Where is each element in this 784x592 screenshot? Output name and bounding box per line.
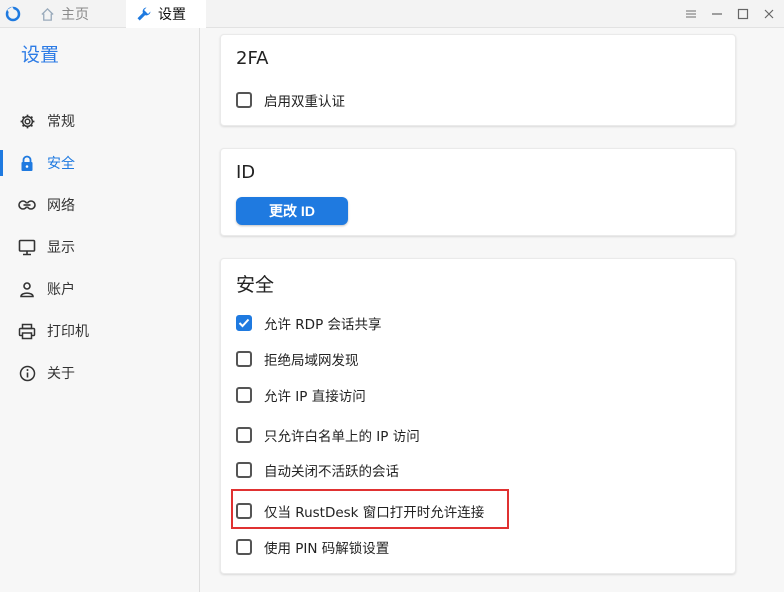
- sidebar-item-network[interactable]: 网络: [0, 187, 199, 223]
- wrench-icon: [137, 7, 151, 21]
- checkbox[interactable]: [236, 427, 252, 443]
- twofa-title: 2FA: [236, 48, 269, 69]
- option-label: 允许 IP 直接访问: [264, 389, 366, 405]
- sidebar-item-account[interactable]: 账户: [0, 271, 199, 307]
- twofa-card: 2FA 启用双重认证: [220, 34, 736, 126]
- checkbox[interactable]: [236, 351, 252, 367]
- user-icon: [18, 280, 36, 298]
- sidebar-item-general[interactable]: 常规: [0, 103, 199, 139]
- app-logo-icon: [5, 6, 21, 22]
- sidebar-item-label: 账户: [47, 282, 75, 298]
- lock-icon: [18, 154, 36, 172]
- sidebar-item-label: 常规: [47, 114, 75, 130]
- tab-settings-label: 设置: [158, 7, 186, 23]
- deny-lan-discovery-option[interactable]: 拒绝局域网发现: [236, 348, 359, 370]
- gear-icon: [18, 112, 36, 130]
- ip-whitelist-option[interactable]: 只允许白名单上的 IP 访问: [236, 424, 420, 446]
- sidebar: 设置 常规 安全 网络 显示 账户 打印机 关于: [0, 28, 200, 592]
- maximize-icon[interactable]: [735, 6, 751, 22]
- sidebar-item-about[interactable]: 关于: [0, 355, 199, 391]
- sidebar-item-label: 网络: [47, 198, 75, 214]
- sidebar-item-security[interactable]: 安全: [0, 145, 199, 181]
- id-title: ID: [236, 162, 256, 183]
- title-bar: 主页 设置: [0, 0, 784, 28]
- printer-icon: [18, 322, 36, 340]
- checkmark-icon: [238, 318, 250, 328]
- checkbox-checked[interactable]: [236, 315, 252, 331]
- info-icon: [18, 364, 36, 382]
- tab-home[interactable]: 主页: [40, 0, 89, 28]
- auto-close-inactive-option[interactable]: 自动关闭不活跃的会话: [236, 459, 399, 481]
- option-label: 自动关闭不活跃的会话: [264, 464, 399, 480]
- option-label: 使用 PIN 码解锁设置: [264, 541, 390, 557]
- checkbox[interactable]: [236, 462, 252, 478]
- option-label: 启用双重认证: [264, 94, 345, 110]
- enable-2fa-option[interactable]: 启用双重认证: [236, 89, 345, 111]
- allow-rdp-sharing-option[interactable]: 允许 RDP 会话共享: [236, 312, 382, 334]
- sidebar-item-label: 安全: [47, 156, 75, 172]
- sidebar-item-display[interactable]: 显示: [0, 229, 199, 265]
- sidebar-item-label: 显示: [47, 240, 75, 256]
- tab-settings[interactable]: 设置: [126, 0, 206, 28]
- security-title: 安全: [236, 274, 275, 296]
- pin-unlock-settings-option[interactable]: 使用 PIN 码解锁设置: [236, 536, 389, 558]
- home-icon: [41, 7, 54, 21]
- monitor-icon: [18, 238, 36, 256]
- sidebar-item-label: 关于: [47, 366, 75, 382]
- checkbox[interactable]: [236, 387, 252, 403]
- id-card: ID 更改 ID: [220, 148, 736, 236]
- menu-icon[interactable]: [683, 6, 699, 22]
- option-label: 拒绝局域网发现: [264, 353, 359, 369]
- close-icon[interactable]: [761, 6, 777, 22]
- tab-home-label: 主页: [61, 7, 89, 23]
- sidebar-item-printer[interactable]: 打印机: [0, 313, 199, 349]
- sidebar-title: 设置: [21, 44, 60, 66]
- option-label: 只允许白名单上的 IP 访问: [264, 429, 420, 445]
- checkbox[interactable]: [236, 539, 252, 555]
- highlight-annotation: [231, 489, 509, 529]
- option-label: 允许 RDP 会话共享: [264, 317, 382, 333]
- change-id-button[interactable]: 更改 ID: [236, 197, 348, 225]
- allow-direct-ip-option[interactable]: 允许 IP 直接访问: [236, 384, 366, 406]
- link-icon: [18, 196, 36, 214]
- checkbox[interactable]: [236, 92, 252, 108]
- sidebar-item-label: 打印机: [47, 324, 89, 340]
- minimize-icon[interactable]: [709, 6, 725, 22]
